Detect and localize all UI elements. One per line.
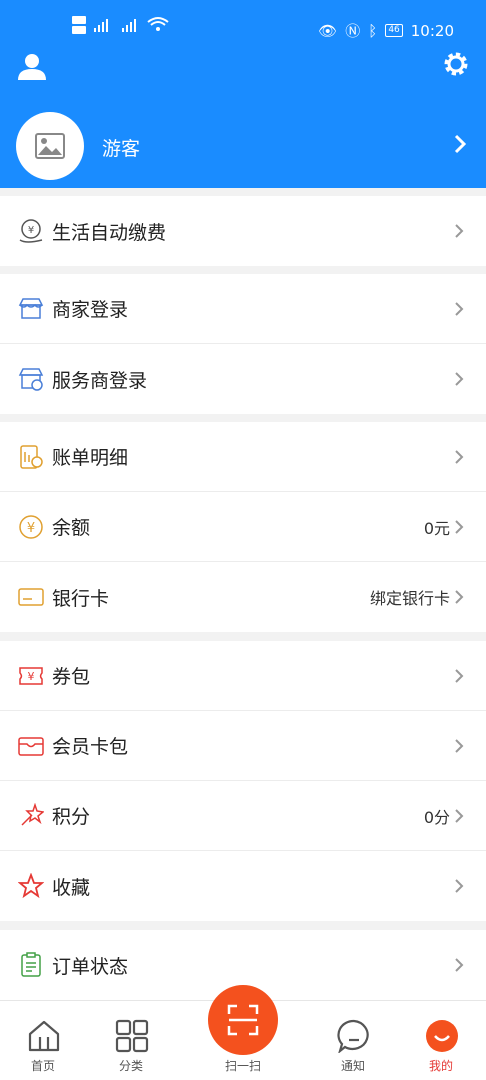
star-icon xyxy=(18,873,44,899)
coupon-icon: ¥ xyxy=(19,667,43,685)
row-points[interactable]: 积分 0分 xyxy=(0,781,486,851)
tab-mine[interactable]: 我的 xyxy=(406,1001,476,1080)
home-icon xyxy=(28,1020,60,1052)
balance-label: 余额 xyxy=(52,517,91,539)
section-merchant: 商家登录 服务商登录 xyxy=(0,274,486,414)
favorites-label: 收藏 xyxy=(52,876,91,899)
chevron-right-icon[interactable] xyxy=(452,132,468,156)
row-provider-login[interactable]: 服务商登录 xyxy=(0,344,486,414)
order-status-label: 订单状态 xyxy=(52,955,129,978)
scan-button[interactable] xyxy=(208,985,278,1055)
auto-pay-icon: ¥ xyxy=(19,219,43,243)
image-placeholder-icon xyxy=(35,133,65,159)
store-icon xyxy=(18,298,44,319)
guest-name[interactable]: 游客 xyxy=(102,134,140,161)
status-bar: 👁 Ⓝ ᛒ 46 10:20 xyxy=(0,0,486,48)
section-life: ¥ 生活自动缴费 xyxy=(0,196,486,266)
row-bill-detail[interactable]: 账单明细 xyxy=(0,422,486,492)
chevron-right-icon xyxy=(455,809,464,823)
bank-card-label: 银行卡 xyxy=(52,587,110,610)
row-bank-card[interactable]: 银行卡 绑定银行卡 xyxy=(0,562,486,632)
row-member-card[interactable]: 会员卡包 xyxy=(0,711,486,781)
points-label: 积分 xyxy=(52,806,91,828)
chat-bubble-icon xyxy=(337,1019,369,1053)
svg-text:¥: ¥ xyxy=(28,670,35,683)
tab-home[interactable]: 首页 xyxy=(8,1001,78,1080)
gear-icon[interactable] xyxy=(442,50,470,78)
yuan-coin-icon: ¥ xyxy=(19,515,43,539)
eye-icon: 👁 xyxy=(318,21,338,40)
auto-pay-label: 生活自动缴费 xyxy=(52,221,167,244)
balance-value: 0元 xyxy=(423,518,450,538)
row-balance[interactable]: ¥ 余额 0元 xyxy=(0,492,486,562)
chevron-right-icon xyxy=(455,520,464,534)
card-wallet-icon xyxy=(18,737,44,756)
svg-text:¥: ¥ xyxy=(28,225,34,236)
row-favorites[interactable]: 收藏 xyxy=(0,851,486,921)
chevron-right-icon xyxy=(455,590,464,604)
row-coupon[interactable]: ¥ 券包 xyxy=(0,641,486,711)
clock: 10:20 xyxy=(410,21,454,40)
bind-bank-card-value: 绑定银行卡 xyxy=(369,589,450,608)
bottom-tab-bar: 首页 分类 扫一扫 通知 我的 xyxy=(0,985,486,1080)
bank-card-icon xyxy=(18,588,44,606)
scan-icon xyxy=(227,1004,259,1036)
grid-icon xyxy=(115,1019,149,1053)
tab-notice[interactable]: 通知 xyxy=(318,1001,388,1080)
row-merchant-login[interactable]: 商家登录 xyxy=(0,274,486,344)
clipboard-icon xyxy=(21,952,41,977)
tab-notice-label: 通知 xyxy=(340,1059,365,1073)
tab-category-label: 分类 xyxy=(118,1059,143,1073)
tab-mine-label: 我的 xyxy=(428,1059,453,1073)
status-right: 👁 Ⓝ ᛒ 46 10:20 xyxy=(318,20,454,41)
nfc-icon: Ⓝ xyxy=(345,22,361,40)
row-auto-pay[interactable]: ¥ 生活自动缴费 xyxy=(0,196,486,266)
provider-login-label: 服务商登录 xyxy=(52,369,148,392)
avatar[interactable] xyxy=(16,112,84,180)
coupon-label: 券包 xyxy=(52,666,91,688)
section-finance: 账单明细 ¥ 余额 0元 银行卡 绑定银行卡 xyxy=(0,422,486,632)
bluetooth-icon: ᛒ xyxy=(368,21,378,40)
profile-header: 游客 xyxy=(0,48,486,188)
battery-icon: 46 xyxy=(385,24,403,37)
chevron-right-icon xyxy=(455,302,464,316)
bill-detail-label: 账单明细 xyxy=(52,447,129,469)
points-value: 0分 xyxy=(423,807,450,827)
signal-icon xyxy=(72,16,169,34)
member-card-label: 会员卡包 xyxy=(52,736,129,758)
tab-scan-label[interactable]: 扫一扫 xyxy=(208,1057,278,1074)
section-benefits: ¥ 券包 会员卡包 积分 0分 收藏 xyxy=(0,641,486,921)
chevron-right-icon xyxy=(455,224,464,238)
chevron-right-icon xyxy=(455,669,464,683)
tab-home-label: 首页 xyxy=(30,1059,55,1073)
chevron-right-icon xyxy=(455,739,464,753)
chevron-right-icon xyxy=(455,450,464,464)
chevron-right-icon xyxy=(455,958,464,972)
smile-face-icon xyxy=(426,1020,458,1052)
signal-indicators xyxy=(72,14,172,36)
tab-category[interactable]: 分类 xyxy=(96,1001,166,1080)
chevron-right-icon xyxy=(455,372,464,386)
provider-store-icon xyxy=(18,368,44,391)
magic-wand-icon xyxy=(21,803,44,826)
merchant-login-label: 商家登录 xyxy=(52,299,129,321)
user-icon[interactable] xyxy=(16,50,48,82)
svg-text:¥: ¥ xyxy=(27,521,35,536)
bill-icon xyxy=(20,445,43,469)
chevron-right-icon xyxy=(455,879,464,893)
